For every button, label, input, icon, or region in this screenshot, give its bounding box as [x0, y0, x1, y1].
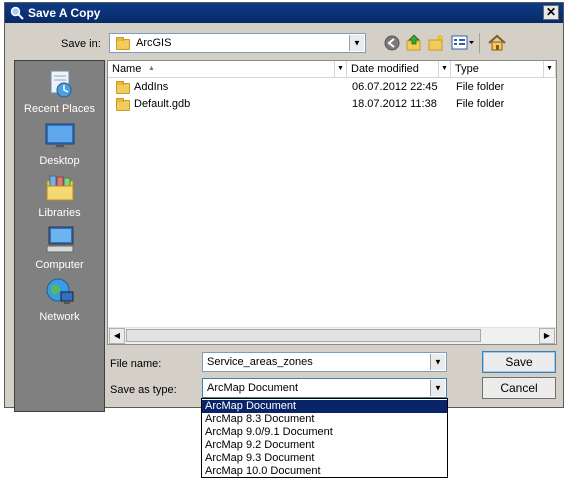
save-in-value: ArcGIS	[136, 37, 172, 49]
scroll-left-button[interactable]: ◀	[109, 328, 125, 344]
chevron-down-icon: ▼	[434, 357, 442, 367]
place-computer[interactable]: Computer	[15, 224, 104, 271]
file-name: AddIns	[134, 81, 169, 93]
file-name-label: File name:	[110, 358, 162, 370]
column-label: Type	[455, 63, 479, 75]
file-date: 18.07.2012 11:38	[352, 98, 437, 110]
save-as-type-combo[interactable]: ArcMap Document ▼	[202, 378, 447, 398]
file-date: 06.07.2012 22:45	[352, 81, 438, 93]
file-name: Default.gdb	[134, 98, 191, 110]
type-option[interactable]: ArcMap 9.2 Document	[202, 439, 447, 452]
file-row[interactable]: Default.gdb 18.07.2012 11:38 File folder	[108, 96, 556, 113]
places-bar: Recent Places Desktop Libraries Computer…	[14, 60, 105, 412]
file-name-dropdown-button[interactable]: ▼	[430, 354, 445, 370]
chevron-right-icon: ▶	[543, 331, 551, 340]
column-header-name[interactable]: Name ▲ ▼	[108, 61, 347, 78]
type-option[interactable]: ArcMap 9.0/9.1 Document	[202, 426, 447, 439]
close-icon: ✕	[545, 5, 557, 19]
type-option[interactable]: ArcMap 8.3 Document	[202, 413, 447, 426]
save-in-dropdown-button[interactable]: ▼	[349, 35, 364, 51]
save-in-label: Save in:	[61, 38, 101, 50]
libraries-icon	[46, 175, 73, 201]
chevron-down-icon: ▼	[434, 383, 442, 393]
chevron-left-icon: ◀	[113, 331, 121, 340]
type-option[interactable]: ArcMap 10.0 Document	[202, 465, 447, 478]
up-folder-icon[interactable]	[405, 34, 423, 52]
scroll-thumb[interactable]	[126, 329, 481, 342]
horizontal-scrollbar[interactable]: ◀ ▶	[108, 327, 556, 344]
chevron-down-icon[interactable]: ▼	[438, 61, 450, 77]
column-label: Date modified	[351, 63, 419, 75]
dialog-client-area: Save in: ArcGIS ▼ Recent Places Desktop …	[5, 23, 563, 412]
place-label: Desktop	[39, 155, 80, 167]
place-desktop[interactable]: Desktop	[15, 120, 104, 167]
save-in-combo[interactable]: ArcGIS ▼	[109, 33, 366, 53]
save-as-type-label: Save as type:	[110, 384, 177, 396]
chevron-down-icon: ▼	[353, 38, 361, 48]
file-type: File folder	[456, 81, 505, 93]
file-name-input[interactable]	[205, 354, 429, 370]
home-icon[interactable]	[487, 33, 507, 53]
title-bar[interactable]: Save A Copy ✕	[5, 3, 563, 23]
save-as-type-value: ArcMap Document	[207, 382, 299, 394]
save-a-copy-dialog: Save A Copy ✕ Save in: ArcGIS ▼ Recent P…	[4, 2, 564, 412]
type-option[interactable]: ArcMap 9.3 Document	[202, 452, 447, 465]
place-network[interactable]: Network	[15, 276, 104, 323]
folder-icon	[116, 98, 130, 111]
column-header-type[interactable]: Type ▼	[451, 61, 556, 78]
column-header-date-modified[interactable]: Date modified ▼	[347, 61, 451, 78]
back-icon[interactable]	[383, 34, 401, 52]
file-row[interactable]: AddIns 06.07.2012 22:45 File folder	[108, 79, 556, 96]
place-libraries[interactable]: Libraries	[15, 172, 104, 219]
place-label: Libraries	[38, 207, 81, 219]
cancel-button[interactable]: Cancel	[482, 377, 556, 399]
window-title: Save A Copy	[28, 6, 101, 20]
chevron-down-icon[interactable]: ▼	[334, 61, 346, 77]
scroll-right-button[interactable]: ▶	[539, 328, 555, 344]
recent-places-icon	[50, 70, 71, 98]
folder-icon	[116, 37, 130, 50]
save-as-type-dropdown-list[interactable]: ArcMap Document ArcMap 8.3 Document ArcM…	[201, 398, 448, 478]
folder-icon	[116, 81, 130, 94]
file-name-combo[interactable]: ▼	[202, 352, 447, 372]
sort-ascending-icon: ▲	[148, 65, 155, 72]
place-recent-places[interactable]: Recent Places	[15, 68, 104, 115]
network-icon	[46, 278, 73, 304]
column-label: Name	[112, 63, 142, 75]
close-button[interactable]: ✕	[543, 5, 559, 20]
arcmap-search-icon	[10, 6, 24, 20]
file-list[interactable]: Name ▲ ▼ Date modified ▼ Type ▼ AddIns 0…	[107, 60, 557, 345]
new-folder-icon[interactable]	[427, 34, 445, 52]
computer-icon	[46, 226, 73, 253]
save-button[interactable]: Save	[482, 351, 556, 373]
chevron-down-icon[interactable]: ▼	[543, 61, 555, 77]
type-option-selected[interactable]: ArcMap Document	[202, 400, 447, 413]
place-label: Network	[39, 311, 80, 323]
view-menu-icon[interactable]	[451, 34, 475, 52]
place-label: Recent Places	[24, 103, 95, 115]
desktop-icon	[45, 123, 74, 149]
file-type: File folder	[456, 98, 505, 110]
place-label: Computer	[35, 259, 84, 271]
save-as-type-dropdown-button[interactable]: ▼	[430, 380, 445, 396]
toolbar-separator	[479, 33, 480, 53]
